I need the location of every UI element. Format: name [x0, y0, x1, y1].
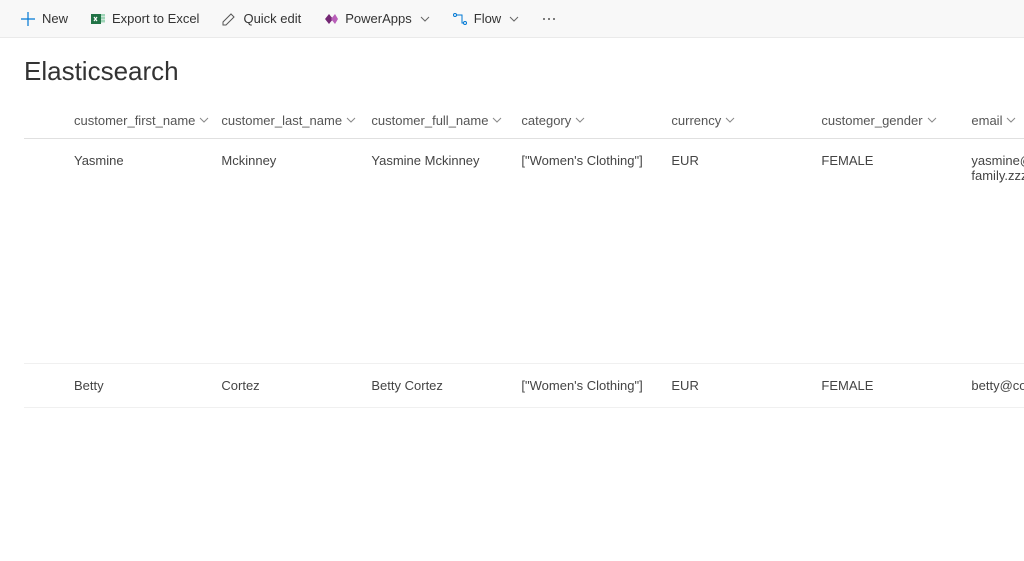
powerapps-label: PowerApps — [345, 11, 411, 26]
chevron-down-icon — [509, 14, 519, 24]
flow-label: Flow — [474, 11, 501, 26]
flow-button[interactable]: Flow — [442, 7, 529, 31]
column-label: customer_gender — [821, 113, 922, 128]
chevron-down-icon — [199, 113, 209, 128]
plus-icon — [20, 11, 36, 27]
column-label: category — [521, 113, 571, 128]
column-label: customer_last_name — [221, 113, 342, 128]
export-label: Export to Excel — [112, 11, 199, 26]
quick-edit-button[interactable]: Quick edit — [211, 7, 311, 31]
cell-last-name: Cortez — [221, 364, 371, 408]
excel-icon — [90, 11, 106, 27]
chevron-down-icon — [346, 113, 356, 128]
page-title: Elasticsearch — [0, 38, 1024, 103]
list-view: customer_first_name customer_last_name c… — [0, 103, 1024, 408]
cell-currency: EUR — [671, 139, 821, 364]
column-label: currency — [671, 113, 721, 128]
column-label: customer_first_name — [74, 113, 195, 128]
command-bar: New Export to Excel Quick edit PowerApps — [0, 0, 1024, 38]
quick-edit-label: Quick edit — [243, 11, 301, 26]
flow-icon — [452, 11, 468, 27]
chevron-down-icon — [927, 113, 937, 128]
table-row[interactable]: Betty Cortez Betty Cortez ["Women's Clot… — [24, 364, 1024, 408]
table-row[interactable]: Yasmine Mckinney Yasmine Mckinney ["Wome… — [24, 139, 1024, 364]
column-header-full-name[interactable]: customer_full_name — [371, 103, 521, 139]
chevron-down-icon — [420, 14, 430, 24]
data-table: customer_first_name customer_last_name c… — [24, 103, 1024, 408]
new-label: New — [42, 11, 68, 26]
column-label: email — [971, 113, 1002, 128]
ellipsis-icon — [541, 11, 557, 27]
pencil-icon — [221, 11, 237, 27]
chevron-down-icon — [725, 113, 735, 128]
chevron-down-icon — [1006, 113, 1016, 128]
column-header-category[interactable]: category — [521, 103, 671, 139]
powerapps-icon — [323, 11, 339, 27]
header-row: customer_first_name customer_last_name c… — [24, 103, 1024, 139]
column-header-last-name[interactable]: customer_last_name — [221, 103, 371, 139]
cell-category: ["Women's Clothing"] — [521, 364, 671, 408]
cell-full-name: Yasmine Mckinney — [371, 139, 521, 364]
column-header-gender[interactable]: customer_gender — [821, 103, 971, 139]
cell-last-name: Mckinney — [221, 139, 371, 364]
cell-email: betty@co — [971, 364, 1024, 408]
cell-currency: EUR — [671, 364, 821, 408]
powerapps-button[interactable]: PowerApps — [313, 7, 439, 31]
column-label: customer_full_name — [371, 113, 488, 128]
cell-full-name: Betty Cortez — [371, 364, 521, 408]
cell-gender: FEMALE — [821, 364, 971, 408]
chevron-down-icon — [575, 113, 585, 128]
export-excel-button[interactable]: Export to Excel — [80, 7, 209, 31]
column-header-currency[interactable]: currency — [671, 103, 821, 139]
cell-category: ["Women's Clothing"] — [521, 139, 671, 364]
cell-gender: FEMALE — [821, 139, 971, 364]
overflow-button[interactable] — [531, 7, 567, 31]
cell-first-name: Yasmine — [24, 139, 221, 364]
column-header-email[interactable]: email — [971, 103, 1024, 139]
cell-email: yasmine@ family.zzz — [971, 139, 1024, 364]
cell-first-name: Betty — [24, 364, 221, 408]
chevron-down-icon — [492, 113, 502, 128]
new-button[interactable]: New — [10, 7, 78, 31]
column-header-first-name[interactable]: customer_first_name — [24, 103, 221, 139]
